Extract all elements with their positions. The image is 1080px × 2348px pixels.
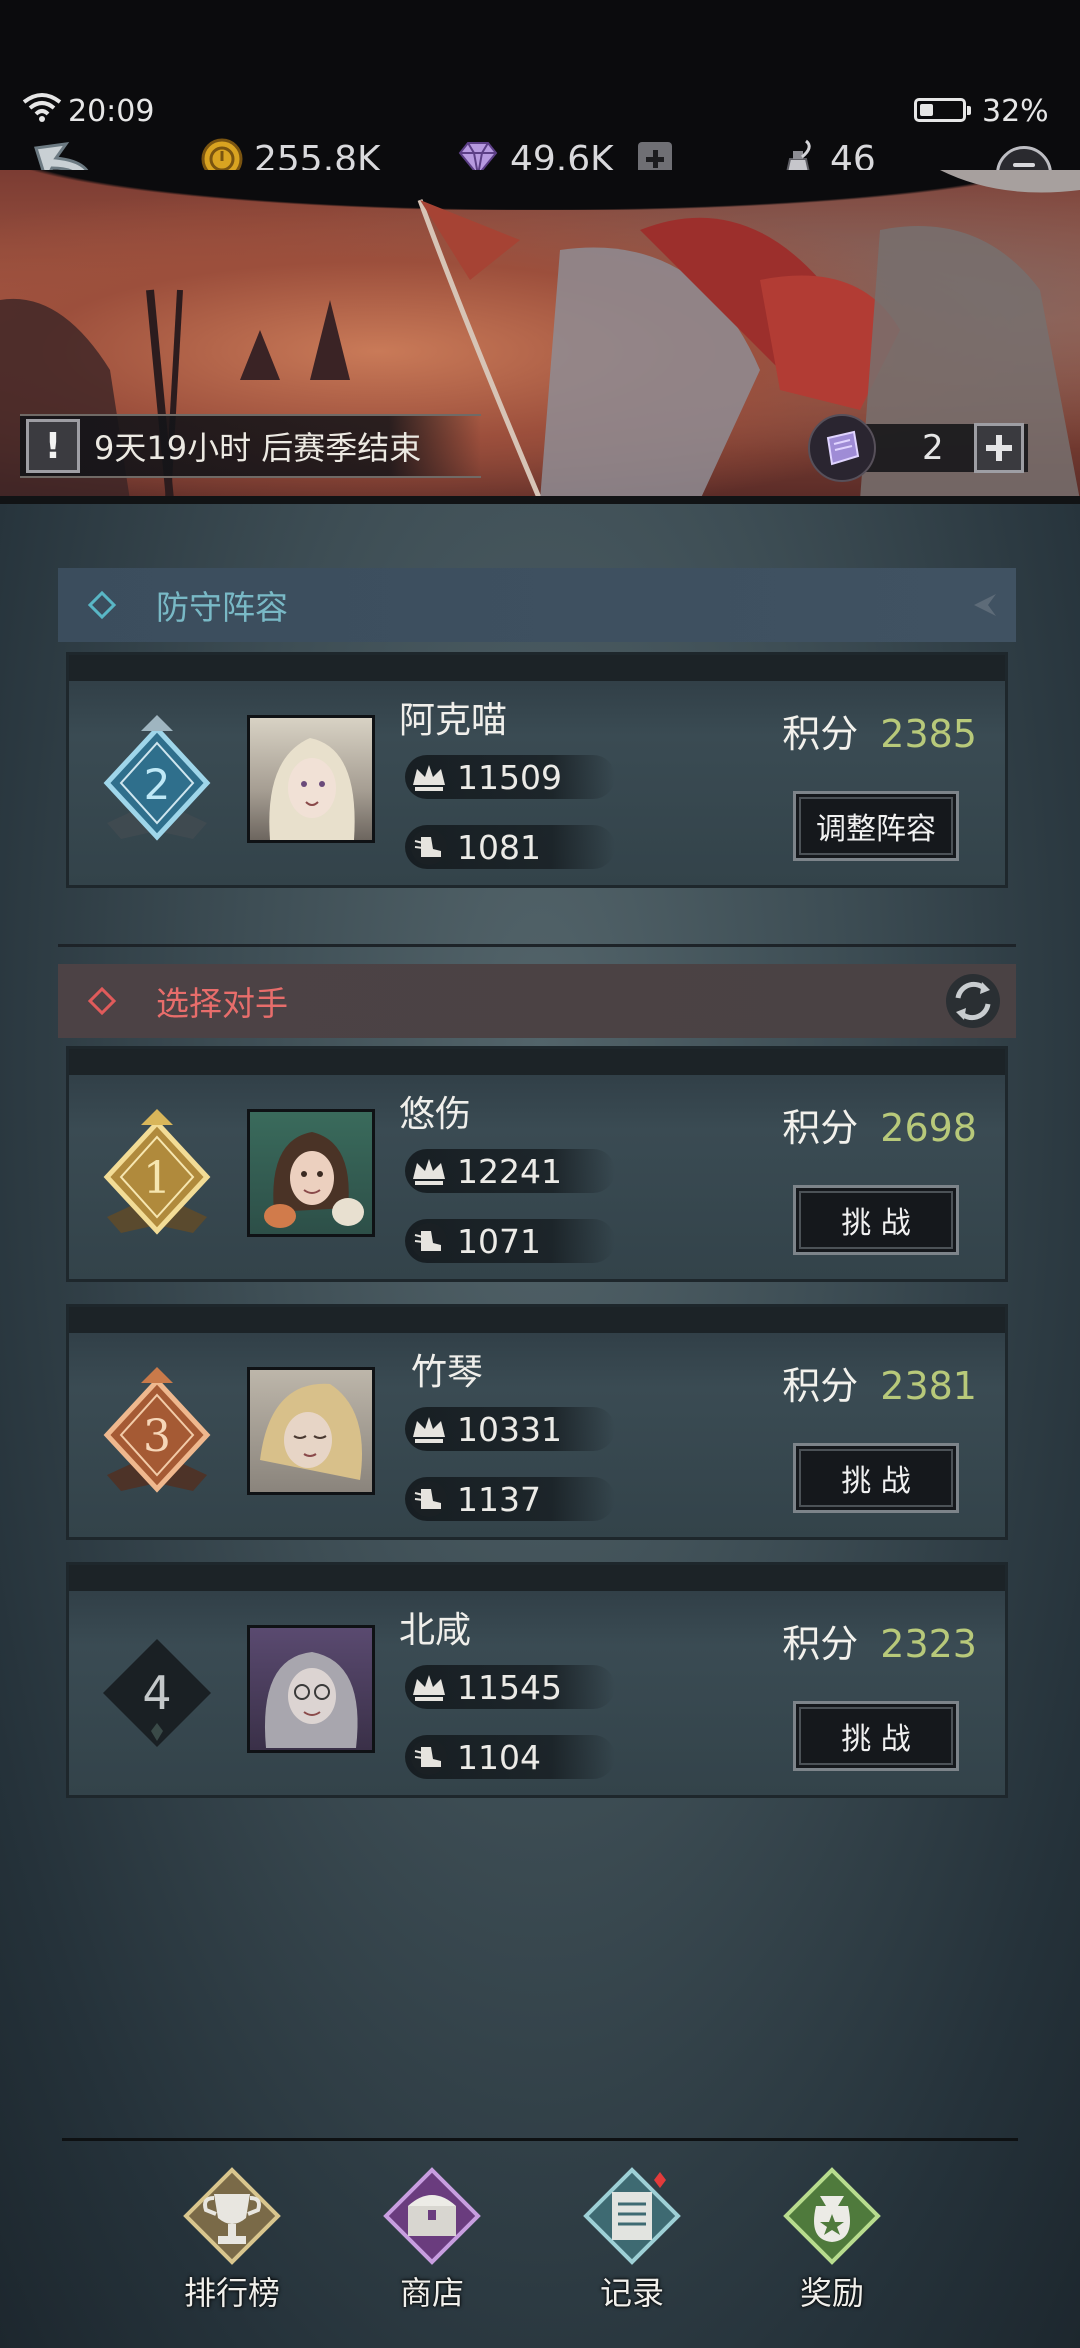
nav-records[interactable]: 记录 <box>562 2160 702 2320</box>
opponent-card: 3 竹琴 10331 1137 积分 2381 挑 战 <box>66 1304 1008 1540</box>
defense-title: 防守阵容 <box>156 588 288 627</box>
rank-badge-bronze-icon: 3 <box>103 1367 211 1493</box>
battery-percent: 32% <box>982 94 1049 129</box>
power-stat: 10331 <box>405 1407 615 1451</box>
challenge-button[interactable]: 挑 战 <box>793 1701 959 1771</box>
arrow-ornament-icon <box>974 594 996 616</box>
section-divider <box>58 944 1016 947</box>
challenge-button[interactable]: 挑 战 <box>793 1443 959 1513</box>
winged-boot-icon <box>411 829 447 865</box>
player-name: 阿克喵 <box>399 700 508 741</box>
speed-stat: 1071 <box>405 1219 615 1263</box>
crown-icon <box>413 1675 445 1701</box>
refresh-icon[interactable] <box>944 972 1002 1030</box>
player-avatar[interactable] <box>247 715 375 843</box>
opponent-rank-number: 4 <box>142 1666 171 1720</box>
crown-icon <box>413 765 445 791</box>
nav-rewards[interactable]: 奖励 <box>762 2160 902 2320</box>
power-stat: 11509 <box>405 755 615 799</box>
rank-badge-silver-icon: 2 <box>103 715 211 841</box>
diamond-bullet-icon <box>87 590 117 620</box>
status-time: 20:09 <box>68 94 155 129</box>
score-label: 积分 <box>782 1106 859 1150</box>
ticket-count: 2 <box>922 428 944 468</box>
winged-boot-icon <box>411 1223 447 1259</box>
speed-value: 1137 <box>457 1479 541 1519</box>
defense-section-header: 防守阵容 <box>58 568 1016 642</box>
opponent-card: 4 北咸 11545 1104 积分 2323 挑 战 <box>66 1562 1008 1798</box>
opponent-name: 悠伤 <box>399 1094 472 1135</box>
score: 积分 2385 <box>782 703 977 758</box>
nav-label: 商店 <box>399 2274 464 2312</box>
treasure-chest-icon <box>383 2167 481 2265</box>
score-label: 积分 <box>782 1622 859 1666</box>
speed-stat: 1104 <box>405 1735 615 1779</box>
score: 积分 2381 <box>782 1355 977 1410</box>
opponent-avatar[interactable] <box>247 1109 375 1237</box>
add-ticket-button[interactable] <box>974 423 1024 473</box>
reward-bag-icon <box>783 2167 881 2265</box>
score-value: 2698 <box>880 1106 977 1150</box>
opponents-section-header: 选择对手 <box>58 964 1016 1038</box>
season-banner: ! 9天19小时 后赛季结束 2 <box>0 170 1080 500</box>
opponents-title: 选择对手 <box>156 984 288 1023</box>
speed-value: 1071 <box>457 1221 541 1261</box>
nav-leaderboard[interactable]: 排行榜 <box>162 2160 302 2320</box>
nav-label: 奖励 <box>799 2274 864 2312</box>
power-value: 10331 <box>457 1409 562 1449</box>
battery-fill <box>920 104 933 116</box>
opponent-card: 1 悠伤 12241 1071 积分 2698 挑 战 <box>66 1046 1008 1282</box>
scroll-record-icon <box>583 2167 681 2265</box>
crown-icon <box>413 1159 445 1185</box>
score-label: 积分 <box>782 712 859 756</box>
diamond-bullet-icon <box>87 986 117 1016</box>
speed-value: 1081 <box>457 827 541 867</box>
speed-value: 1104 <box>457 1737 541 1777</box>
trophy-icon <box>183 2167 281 2265</box>
nav-label: 排行榜 <box>183 2274 280 2312</box>
challenge-ticket-counter: 2 <box>808 414 1048 482</box>
rank-badge-gold-icon: 1 <box>103 1109 211 1235</box>
nav-divider <box>62 2138 1018 2141</box>
power-value: 11545 <box>457 1667 562 1707</box>
season-countdown-text: 9天19小时 后赛季结束 <box>94 429 422 467</box>
adjust-lineup-button[interactable]: 调整阵容 <box>793 791 959 861</box>
defense-lineup-card: 2 阿克喵 11509 1081 积分 2385 调整阵容 <box>66 652 1008 888</box>
power-value: 12241 <box>457 1151 562 1191</box>
scroll-ticket-icon <box>808 414 876 482</box>
power-value: 11509 <box>457 757 562 797</box>
winged-boot-icon <box>411 1481 447 1517</box>
status-bar: 20:09 32% <box>0 92 1080 132</box>
crown-icon <box>413 1417 445 1443</box>
nav-label: 记录 <box>599 2274 664 2312</box>
score-value: 2381 <box>880 1364 977 1408</box>
score-value: 2385 <box>880 712 977 756</box>
score: 积分 2323 <box>782 1613 977 1668</box>
season-timer: ! 9天19小时 后赛季结束 <box>20 414 482 478</box>
power-stat: 11545 <box>405 1665 615 1709</box>
score-label: 积分 <box>782 1364 859 1408</box>
score: 积分 2698 <box>782 1097 977 1152</box>
opponent-name: 竹琴 <box>411 1352 484 1393</box>
rank-badge-plain-icon: 4 <box>103 1639 211 1747</box>
warning-icon: ! <box>26 419 80 473</box>
score-value: 2323 <box>880 1622 977 1666</box>
opponent-avatar[interactable] <box>247 1367 375 1495</box>
power-stat: 12241 <box>405 1149 615 1193</box>
speed-stat: 1081 <box>405 825 615 869</box>
nav-shop[interactable]: 商店 <box>362 2160 502 2320</box>
opponent-rank-number: 3 <box>143 1411 171 1462</box>
opponent-rank-number: 1 <box>143 1153 171 1204</box>
winged-boot-icon <box>411 1739 447 1775</box>
speed-stat: 1137 <box>405 1477 615 1521</box>
opponent-name: 北咸 <box>399 1610 472 1651</box>
challenge-button[interactable]: 挑 战 <box>793 1185 959 1255</box>
defense-rank-number: 2 <box>144 760 171 809</box>
wifi-icon <box>22 93 62 122</box>
battery-icon <box>914 98 971 122</box>
opponent-avatar[interactable] <box>247 1625 375 1753</box>
